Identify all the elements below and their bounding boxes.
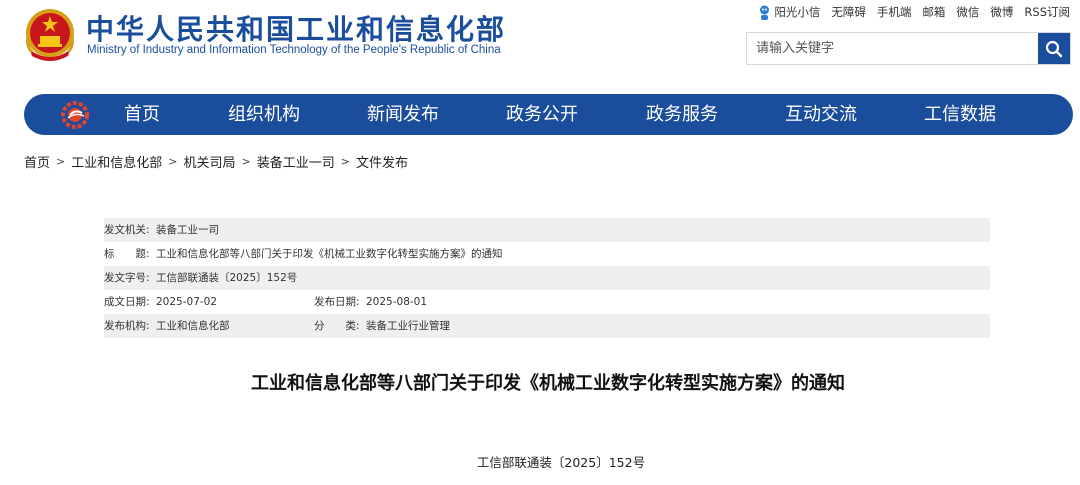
top-link-wechat[interactable]: 微信	[956, 4, 979, 20]
breadcrumb-separator: >	[340, 155, 350, 168]
top-link-mobile[interactable]: 手机端	[877, 4, 912, 20]
info-row-issuing-org: 发文机关: 装备工业一司	[104, 218, 990, 242]
site-subtitle: Ministry of Industry and Information Tec…	[87, 44, 501, 56]
top-links: 阳光小信 无障碍 手机端 邮箱 微信 微博 RSS订阅	[758, 4, 1070, 21]
top-link-sunshine[interactable]: 阳光小信	[758, 4, 820, 21]
info-value: 工业和信息化部	[156, 320, 230, 332]
search-button[interactable]	[1038, 33, 1070, 64]
main-nav: 首页 组织机构 新闻发布 政务公开 政务服务 互动交流 工信数据	[24, 94, 1073, 135]
info-row-dates: 成文日期: 2025-07-02 发布日期: 2025-08-01	[104, 290, 990, 314]
top-link-label: 阳光小信	[774, 5, 821, 19]
breadcrumb-separator: >	[56, 155, 66, 168]
info-label: 分 类:	[314, 320, 360, 332]
breadcrumb-separator: >	[241, 155, 251, 168]
search-input[interactable]	[747, 33, 1038, 64]
breadcrumb-ministry[interactable]: 工业和信息化部	[71, 152, 162, 171]
site-title[interactable]: 中华人民共和国工业和信息化部	[86, 8, 506, 48]
breadcrumb-separator: >	[168, 155, 178, 168]
info-value: 2025-07-02	[156, 296, 218, 308]
nav-item-news[interactable]: 新闻发布	[367, 94, 439, 135]
breadcrumb: 首页 > 工业和信息化部 > 机关司局 > 装备工业一司 > 文件发布	[24, 152, 408, 171]
document-title: 工业和信息化部等八部门关于印发《机械工业数字化转型实施方案》的通知	[251, 373, 845, 394]
info-label: 发文字号:	[104, 272, 150, 284]
info-value: 工业和信息化部等八部门关于印发《机械工业数字化转型实施方案》的通知	[156, 248, 503, 260]
info-label: 成文日期:	[104, 296, 150, 308]
info-value: 工信部联通装〔2025〕152号	[156, 272, 298, 284]
top-link-weibo[interactable]: 微博	[990, 4, 1013, 20]
info-row-publisher: 发布机构: 工业和信息化部 分 类: 装备工业行业管理	[104, 314, 990, 338]
breadcrumb-equipment-dept[interactable]: 装备工业一司	[257, 152, 335, 171]
nav-item-organization[interactable]: 组织机构	[228, 94, 300, 135]
info-value: 2025-08-01	[366, 296, 428, 308]
breadcrumb-home[interactable]: 首页	[24, 152, 50, 171]
nav-item-data[interactable]: 工信数据	[924, 94, 996, 135]
national-emblem-icon[interactable]	[24, 6, 76, 62]
nav-item-home[interactable]: 首页	[124, 94, 160, 135]
breadcrumb-departments[interactable]: 机关司局	[183, 152, 235, 171]
nav-item-government-affairs[interactable]: 政务公开	[506, 94, 578, 135]
top-link-accessibility[interactable]: 无障碍	[831, 4, 866, 20]
site-logo-icon[interactable]	[60, 100, 90, 130]
document-info-table: 发文机关: 装备工业一司 标 题: 工业和信息化部等八部门关于印发《机械工业数字…	[104, 218, 990, 338]
document-number: 工信部联通装〔2025〕152号	[476, 455, 646, 470]
info-label: 发布日期:	[314, 296, 360, 308]
search-box	[746, 32, 1071, 65]
info-label: 发文机关:	[104, 224, 150, 236]
info-value: 装备工业行业管理	[366, 320, 450, 332]
breadcrumb-documents[interactable]: 文件发布	[356, 152, 408, 171]
info-label: 标 题:	[104, 248, 150, 260]
nav-item-government-services[interactable]: 政务服务	[646, 94, 718, 135]
info-value: 装备工业一司	[156, 224, 219, 236]
info-label: 发布机构:	[104, 320, 150, 332]
top-link-mail[interactable]: 邮箱	[922, 4, 945, 20]
site-header: 中华人民共和国工业和信息化部 Ministry of Industry and …	[0, 0, 1080, 90]
search-icon	[1045, 40, 1063, 57]
top-link-rss[interactable]: RSS订阅	[1024, 4, 1070, 20]
robot-icon	[760, 5, 770, 20]
info-row-doc-no: 发文字号: 工信部联通装〔2025〕152号	[104, 266, 990, 290]
nav-item-interaction[interactable]: 互动交流	[785, 94, 857, 135]
info-row-title: 标 题: 工业和信息化部等八部门关于印发《机械工业数字化转型实施方案》的通知	[104, 242, 990, 266]
